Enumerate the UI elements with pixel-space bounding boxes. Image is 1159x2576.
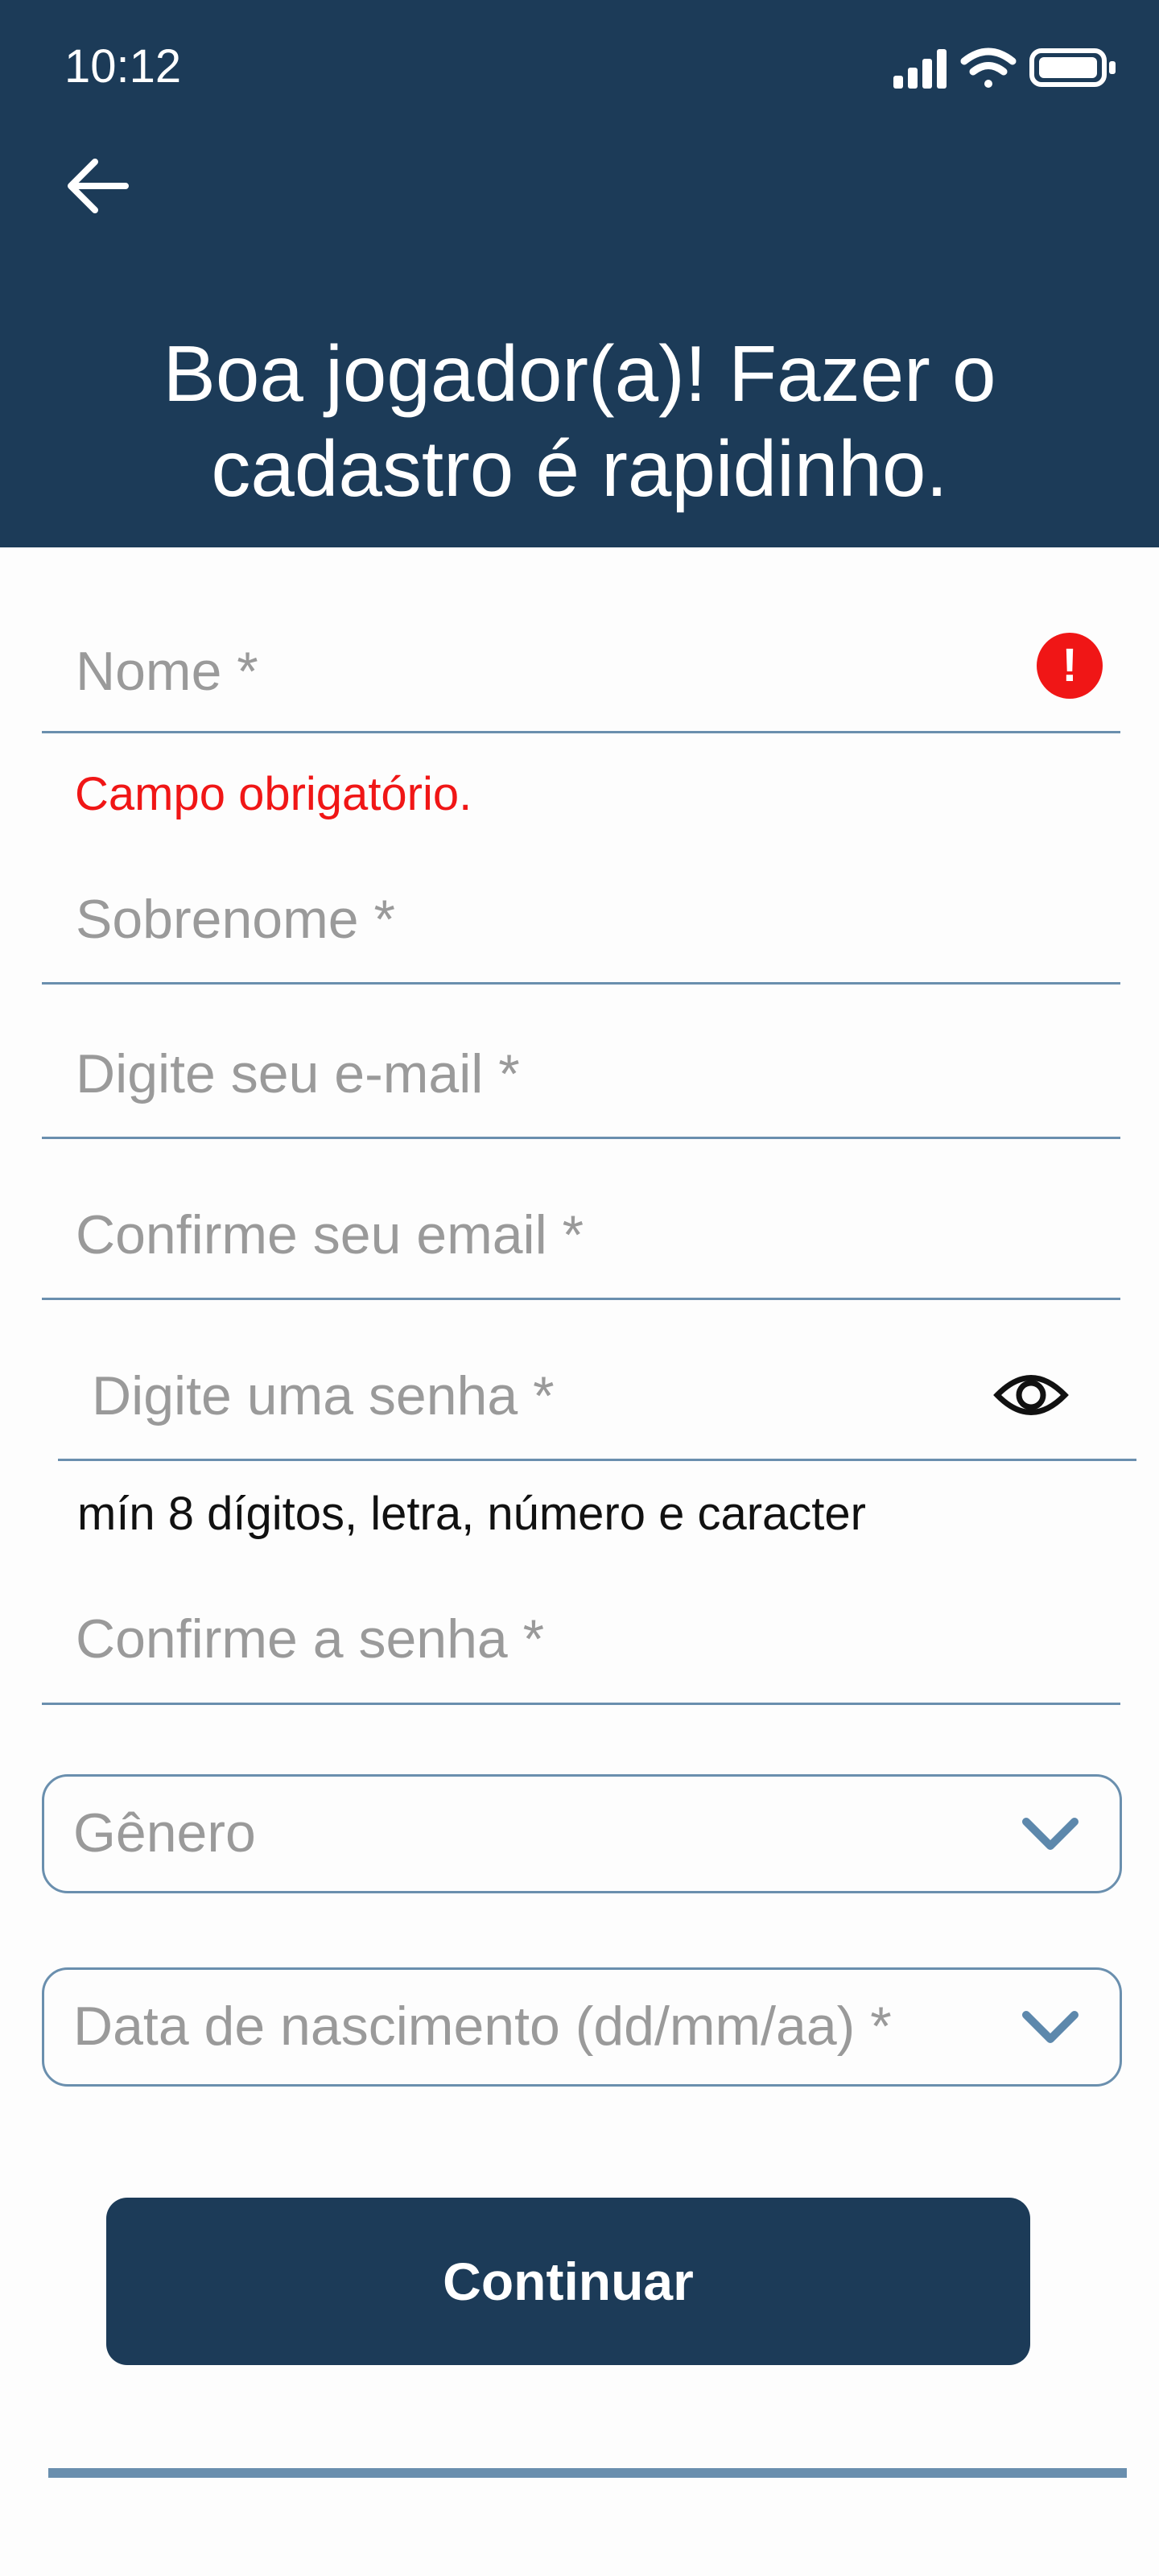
last-name-placeholder: Sobrenome *: [76, 889, 395, 950]
gender-select[interactable]: Gênero: [42, 1774, 1122, 1893]
email-placeholder: Digite seu e-mail *: [76, 1043, 520, 1104]
email-confirm-placeholder: Confirme seu email *: [76, 1204, 584, 1265]
email-confirm-field[interactable]: Confirme seu email *: [42, 1175, 1120, 1300]
signal-icon: [893, 49, 947, 89]
chevron-down-icon: [1022, 1818, 1079, 1850]
last-name-field[interactable]: Sobrenome *: [42, 861, 1120, 985]
wifi-icon: [960, 47, 1017, 88]
battery-icon: [1029, 48, 1116, 87]
status-time: 10:12: [64, 40, 182, 93]
status-icons: [893, 47, 1116, 89]
birth-date-select[interactable]: Data de nascimento (dd/mm/aa) *: [42, 1967, 1122, 2087]
gender-placeholder: Gênero: [73, 1802, 256, 1864]
password-confirm-placeholder: Confirme a senha *: [76, 1608, 545, 1670]
exclamation-icon: !: [1037, 633, 1103, 699]
eye-icon[interactable]: [993, 1368, 1069, 1422]
page-title: Boa jogador(a)! Fazer o cadastro é rapid…: [163, 329, 996, 513]
arrow-left-icon: [68, 159, 129, 213]
email-field[interactable]: Digite seu e-mail *: [42, 1014, 1120, 1139]
back-button[interactable]: [53, 142, 142, 230]
password-field[interactable]: Digite uma senha *: [58, 1336, 1136, 1461]
first-name-field[interactable]: Nome * !: [42, 612, 1120, 733]
first-name-error: Campo obrigatório.: [75, 768, 472, 820]
app-header: 10:12 Boa jogador(a)! Fazer o cadastro é…: [0, 0, 1159, 547]
chevron-down-icon: [1022, 2011, 1079, 2043]
bottom-divider: [48, 2468, 1127, 2478]
password-placeholder: Digite uma senha *: [92, 1365, 555, 1426]
first-name-placeholder: Nome *: [76, 641, 258, 702]
password-confirm-field[interactable]: Confirme a senha *: [42, 1578, 1120, 1705]
password-hint: mín 8 dígitos, letra, número e caracter: [77, 1488, 866, 1540]
continue-button[interactable]: Continuar: [106, 2198, 1030, 2365]
birth-date-placeholder: Data de nascimento (dd/mm/aa) *: [73, 1996, 892, 2057]
